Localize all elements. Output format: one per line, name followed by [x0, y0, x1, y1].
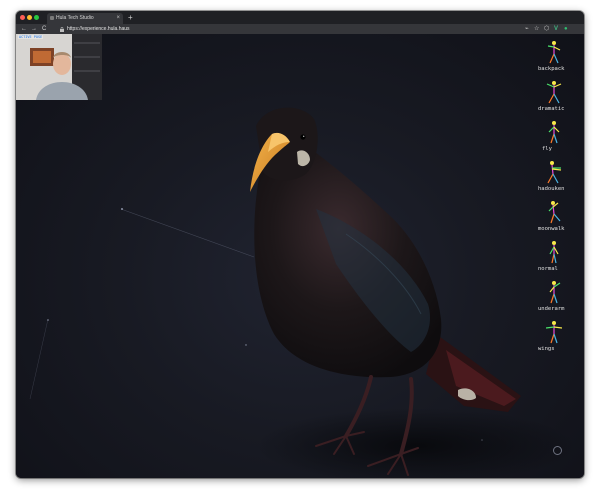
pose-hadouken[interactable]: hadouken	[534, 160, 574, 198]
chough-bird-3d-model[interactable]	[16, 34, 584, 478]
pose-moonwalk-icon	[548, 201, 561, 224]
pose-label: moonwalk	[538, 226, 565, 232]
pose-label: underarm	[538, 306, 565, 312]
pose-moonwalk[interactable]: moonwalk	[534, 200, 574, 238]
tab-hula-tech-studio[interactable]: Hula Tech Studio ×	[47, 13, 123, 24]
reload-button[interactable]: C	[42, 24, 46, 34]
tab-title: Hula Tech Studio	[56, 15, 94, 21]
close-window-button[interactable]	[20, 15, 25, 20]
pose-label: fly	[542, 146, 552, 152]
pose-dramatic-icon	[546, 81, 562, 104]
pose-fly-icon	[548, 121, 560, 144]
pose-normal[interactable]: normal	[534, 240, 574, 278]
forward-button[interactable]: →	[31, 24, 37, 34]
webgl-scene[interactable]: ACTIVE POSE backpack dramatic fly hadouk…	[16, 34, 584, 478]
pose-fly[interactable]: fly	[534, 120, 574, 158]
webcam-person-image	[16, 34, 102, 100]
pose-label: wings	[538, 346, 555, 352]
shield-icon[interactable]: ⬡	[544, 24, 549, 34]
pose-label: hadouken	[538, 186, 565, 192]
pose-label: dramatic	[538, 106, 565, 112]
pose-dramatic[interactable]: dramatic	[534, 80, 574, 118]
pose-wings[interactable]: wings	[534, 320, 574, 358]
webcam-overlay-label: ACTIVE POSE	[18, 35, 44, 39]
vue-devtools-icon[interactable]: V	[554, 24, 558, 34]
minimize-window-button[interactable]	[27, 15, 32, 20]
new-tab-button[interactable]: +	[128, 12, 133, 23]
browser-window: Hula Tech Studio × + ← → C https://exper…	[16, 11, 584, 478]
pose-hadouken-icon	[547, 161, 562, 184]
browser-toolbar: ← → C https://experience.hula.haus ⌁ ☆ ⬡…	[16, 24, 584, 34]
profile-avatar-icon[interactable]: ●	[564, 24, 568, 34]
maximize-window-button[interactable]	[34, 15, 39, 20]
favicon-icon	[50, 16, 54, 20]
pose-wings-icon	[546, 321, 562, 344]
pose-underarm[interactable]: underarm	[534, 280, 574, 318]
pose-backpack-icon	[547, 41, 561, 64]
back-button[interactable]: ←	[21, 24, 27, 34]
tab-close-icon[interactable]: ×	[116, 13, 120, 23]
address-bar[interactable]: https://experience.hula.haus	[67, 24, 130, 34]
key-icon[interactable]: ⌁	[525, 24, 529, 34]
pose-underarm-icon	[549, 281, 561, 304]
star-icon[interactable]: ☆	[534, 24, 539, 34]
pose-backpack[interactable]: backpack	[534, 40, 574, 78]
pose-label: backpack	[538, 66, 565, 72]
cursor-ring-icon	[553, 446, 562, 455]
pose-normal-icon	[549, 241, 559, 264]
pose-label: normal	[538, 266, 558, 272]
webcam-preview: ACTIVE POSE	[16, 34, 102, 100]
tab-bar: Hula Tech Studio × +	[16, 11, 584, 24]
